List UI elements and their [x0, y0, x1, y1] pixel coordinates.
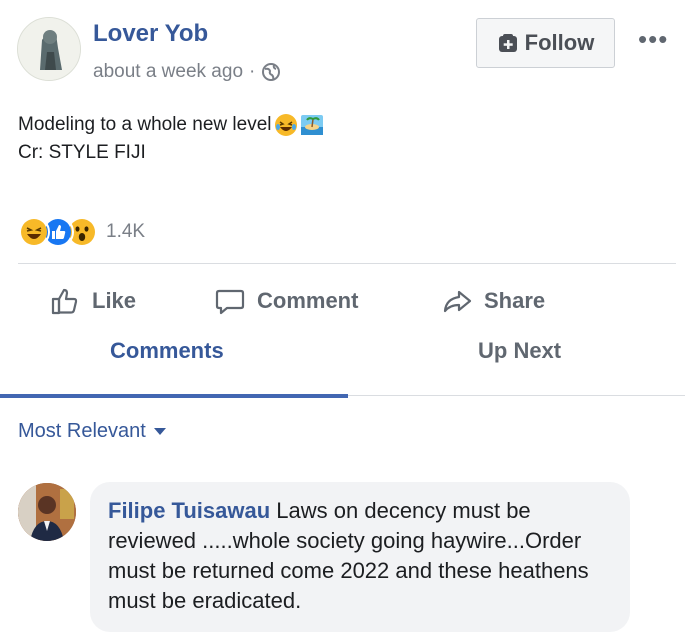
beach-emoji	[300, 115, 323, 135]
reactions-summary[interactable]: 1.4K	[18, 216, 145, 248]
like-button[interactable]: Like	[48, 284, 136, 318]
laughing-tears-emoji	[274, 114, 297, 136]
thumbs-up-icon	[51, 288, 78, 315]
tab-comments[interactable]: Comments	[110, 338, 224, 364]
comment-sort-dropdown[interactable]: Most Relevant	[18, 420, 166, 443]
follow-plus-icon	[498, 34, 517, 52]
tab-divider	[348, 395, 685, 396]
follow-button[interactable]: Follow	[476, 18, 615, 68]
post-timestamp[interactable]: about a week ago	[93, 61, 243, 83]
comment-bubble-icon	[215, 289, 245, 315]
share-button[interactable]: Share	[440, 284, 545, 318]
comment-bubble: Filipe Tuisawau Laws on decency must be …	[90, 482, 630, 632]
follow-label: Follow	[524, 30, 595, 55]
comment-label: Comment	[257, 288, 359, 313]
commenter-avatar[interactable]	[18, 483, 76, 541]
haha-reaction-icon	[18, 216, 50, 248]
post-text: Modeling to a whole new level Cr: STYLE …	[18, 111, 324, 167]
author-name[interactable]: Lover Yob	[93, 20, 208, 48]
comment-button[interactable]: Comment	[213, 284, 358, 318]
meta-separator: ·	[249, 61, 256, 82]
divider	[18, 263, 676, 264]
like-label: Like	[92, 288, 137, 313]
post-meta: about a week ago ·	[93, 61, 281, 83]
caret-down-icon	[153, 428, 166, 435]
commenter-name[interactable]: Filipe Tuisawau	[108, 498, 270, 523]
tab-up-next[interactable]: Up Next	[478, 338, 561, 364]
more-options-icon[interactable]: •••	[638, 24, 668, 55]
reaction-count[interactable]: 1.4K	[106, 221, 145, 243]
post-text-line1: Modeling to a whole new level	[18, 114, 272, 135]
active-tab-indicator	[0, 394, 348, 398]
post-text-line2: Cr: STYLE FIJI	[18, 142, 146, 163]
share-label: Share	[484, 288, 546, 313]
sort-label: Most Relevant	[18, 420, 146, 442]
share-arrow-icon	[443, 290, 472, 313]
globe-icon	[262, 63, 281, 81]
author-avatar[interactable]	[17, 17, 81, 81]
